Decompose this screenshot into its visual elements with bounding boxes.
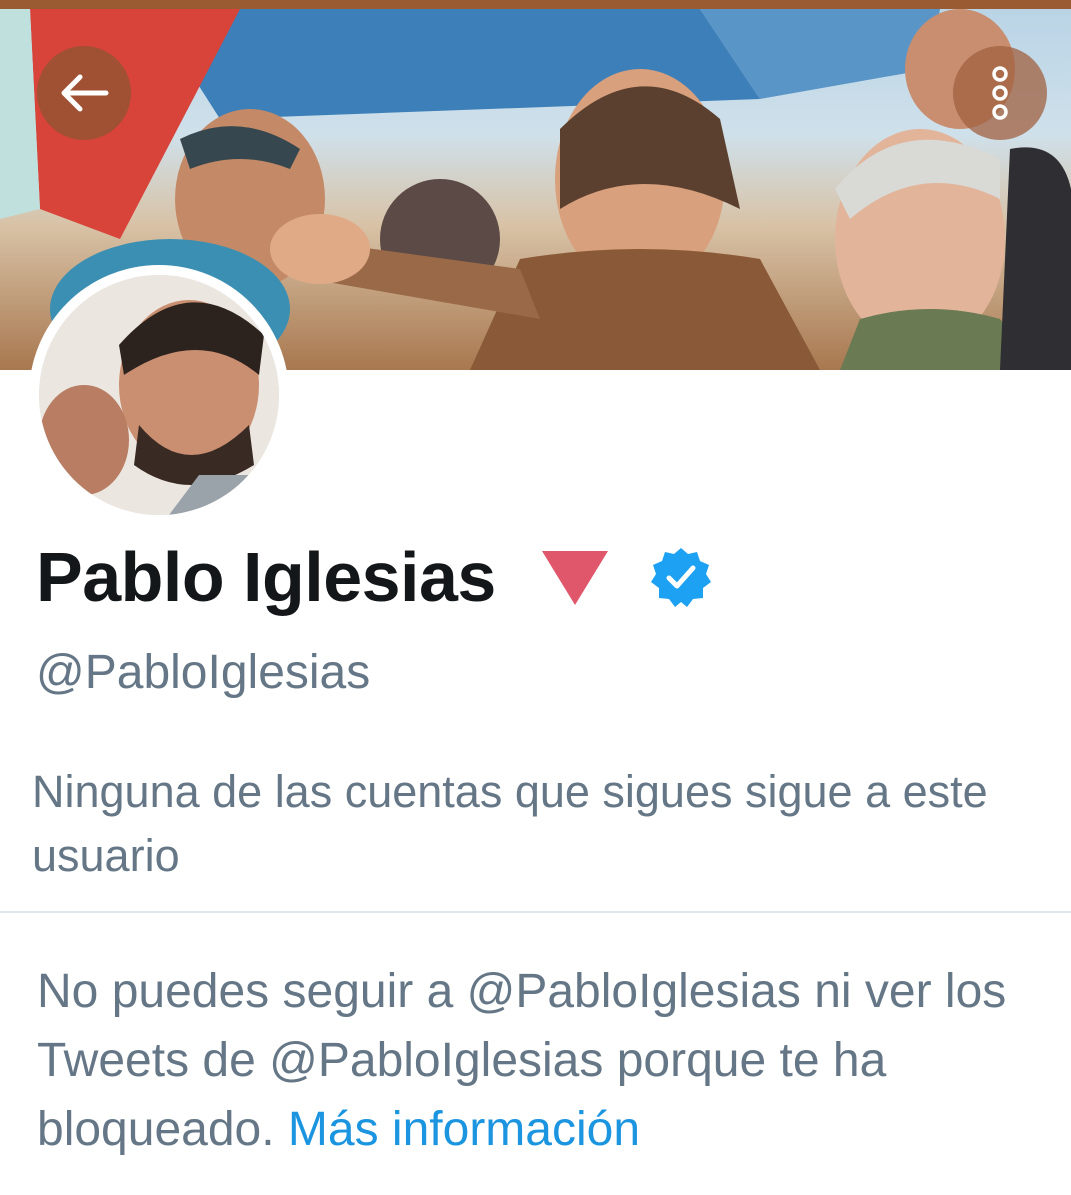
profile-name: Pablo Iglesias [36,538,496,616]
arrow-left-icon [61,74,109,112]
profile-name-row: Pablo Iglesias [36,532,712,622]
profile-avatar[interactable] [29,265,289,525]
blocked-notice: No puedes seguir a @PabloIglesias ni ver… [37,957,1057,1164]
back-button[interactable] [37,46,131,140]
more-options-button[interactable] [953,46,1047,140]
followers-you-know-note: Ninguna de las cuentas que sigues sigue … [32,766,988,881]
section-divider [0,911,1071,913]
avatar-photo [39,275,279,515]
top-accent-strip [0,0,1071,9]
verified-badge-icon [650,548,711,607]
more-vertical-icon [992,66,1008,120]
profile-handle: @PabloIglesias [36,646,371,699]
more-info-link[interactable]: Más información [288,1103,640,1156]
rose-triangle-icon [541,551,608,605]
